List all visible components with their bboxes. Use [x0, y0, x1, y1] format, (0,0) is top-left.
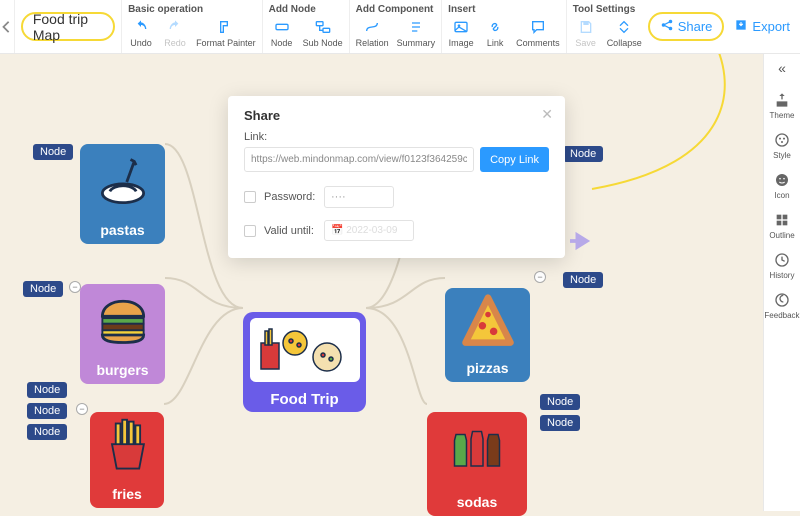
- food-trip-icon: [250, 318, 360, 382]
- share-button[interactable]: Share: [648, 12, 725, 41]
- collapse-button[interactable]: Collapse: [607, 18, 642, 48]
- add-sub-node-button[interactable]: Sub Node: [303, 18, 343, 48]
- node-label: Food Trip: [270, 388, 338, 408]
- add-sibling-node[interactable]: Node: [540, 394, 580, 410]
- calendar-icon: 📅: [331, 225, 343, 236]
- password-checkbox[interactable]: [244, 191, 256, 203]
- pasta-icon: [93, 152, 153, 215]
- copy-link-button[interactable]: Copy Link: [480, 147, 549, 172]
- share-icon: [660, 18, 674, 35]
- sub-node-icon: [314, 18, 332, 36]
- sidebar-outline[interactable]: Outline: [769, 212, 794, 240]
- sidebar-theme[interactable]: Theme: [770, 92, 795, 120]
- valid-until-label: Valid until:: [264, 225, 316, 237]
- node-label: sodas: [457, 494, 497, 510]
- link-icon: [486, 18, 504, 36]
- close-button[interactable]: ✕: [541, 106, 553, 123]
- sidebar-history[interactable]: History: [770, 252, 795, 280]
- password-input[interactable]: [324, 186, 394, 208]
- sodas-icon: [447, 418, 507, 481]
- right-sidebar: « Theme Style Icon Outline History Feedb…: [763, 54, 800, 511]
- node-label: pastas: [100, 222, 144, 238]
- pizza-icon: [458, 292, 518, 355]
- toolbar-group-add-node: Add Node Node Sub Node: [262, 0, 349, 53]
- add-node-button[interactable]: Node: [269, 18, 295, 48]
- add-sibling-node[interactable]: Node: [27, 403, 67, 419]
- format-painter-button[interactable]: Format Painter: [196, 18, 256, 48]
- toolbar-group-basic: Basic operation Undo Redo Format Painter: [121, 0, 262, 53]
- group-label: Add Node: [269, 4, 343, 15]
- add-sibling-node-pizzas[interactable]: Node: [563, 272, 603, 288]
- node-burgers[interactable]: burgers: [80, 284, 165, 384]
- sidebar-feedback[interactable]: Feedback: [764, 292, 799, 320]
- node-icon: [273, 18, 291, 36]
- redo-button[interactable]: Redo: [162, 18, 188, 48]
- link-label: Link:: [244, 131, 549, 143]
- node-fries[interactable]: fries: [90, 412, 164, 508]
- image-icon: [452, 18, 470, 36]
- close-icon: ✕: [541, 106, 553, 122]
- sidebar-style[interactable]: Style: [773, 132, 791, 160]
- collapse-sidebar-button[interactable]: «: [778, 60, 786, 76]
- share-link-input[interactable]: [244, 147, 474, 172]
- toolbar-group-tools: Tool Settings Save Collapse: [566, 0, 648, 53]
- undo-icon: [132, 18, 150, 36]
- valid-until-input[interactable]: 📅 2022-03-09: [324, 220, 414, 241]
- insert-image-button[interactable]: Image: [448, 18, 474, 48]
- password-label: Password:: [264, 191, 316, 203]
- share-dialog: ✕ Share Link: Copy Link Password: Valid …: [228, 96, 565, 258]
- group-label: Insert: [448, 4, 560, 15]
- add-sibling-node[interactable]: Node: [27, 424, 67, 440]
- pointer-arrow-icon: [570, 230, 592, 254]
- node-pastas[interactable]: pastas: [80, 144, 165, 244]
- add-sibling-node-burgers[interactable]: Node: [23, 281, 63, 297]
- add-sibling-node[interactable]: Node: [27, 382, 67, 398]
- export-button[interactable]: Export: [734, 18, 790, 35]
- node-pizzas[interactable]: pizzas: [445, 288, 530, 382]
- redo-icon: [166, 18, 184, 36]
- format-painter-icon: [217, 18, 235, 36]
- add-sibling-node[interactable]: Node: [563, 146, 603, 162]
- sidebar-icon[interactable]: Icon: [774, 172, 790, 200]
- export-icon: [734, 18, 748, 35]
- node-main[interactable]: Food Trip: [243, 312, 366, 412]
- insert-link-button[interactable]: Link: [482, 18, 508, 48]
- add-sibling-node-pastas[interactable]: Node: [33, 144, 73, 160]
- document-title[interactable]: Food trip Map: [21, 12, 115, 41]
- toolbar-group-add-component: Add Component Relation Summary: [349, 0, 442, 53]
- undo-button[interactable]: Undo: [128, 18, 154, 48]
- fries-icon: [97, 416, 157, 479]
- group-label: Basic operation: [128, 4, 256, 15]
- group-label: Tool Settings: [573, 4, 642, 15]
- expand-toggle[interactable]: −: [76, 403, 88, 415]
- share-label: Share: [678, 19, 713, 34]
- valid-until-checkbox[interactable]: [244, 225, 256, 237]
- summary-button[interactable]: Summary: [397, 18, 436, 48]
- summary-icon: [407, 18, 425, 36]
- export-label: Export: [752, 19, 790, 34]
- save-button[interactable]: Save: [573, 18, 599, 48]
- comments-icon: [529, 18, 547, 36]
- node-label: burgers: [96, 362, 148, 378]
- collapse-icon: [615, 18, 633, 36]
- save-icon: [577, 18, 595, 36]
- node-label: pizzas: [466, 360, 508, 376]
- expand-toggle[interactable]: −: [534, 271, 546, 283]
- toolbar: Food trip Map Basic operation Undo Redo …: [0, 0, 800, 54]
- relation-icon: [363, 18, 381, 36]
- add-sibling-node[interactable]: Node: [540, 415, 580, 431]
- back-button[interactable]: [0, 0, 15, 53]
- dialog-title: Share: [244, 108, 549, 123]
- insert-comments-button[interactable]: Comments: [516, 18, 560, 48]
- toolbar-group-insert: Insert Image Link Comments: [441, 0, 566, 53]
- toolbar-right: Share Export: [648, 0, 800, 53]
- relation-button[interactable]: Relation: [356, 18, 389, 48]
- node-label: fries: [112, 486, 142, 502]
- group-label: Add Component: [356, 4, 436, 15]
- burger-icon: [93, 290, 153, 353]
- node-sodas[interactable]: sodas: [427, 412, 527, 516]
